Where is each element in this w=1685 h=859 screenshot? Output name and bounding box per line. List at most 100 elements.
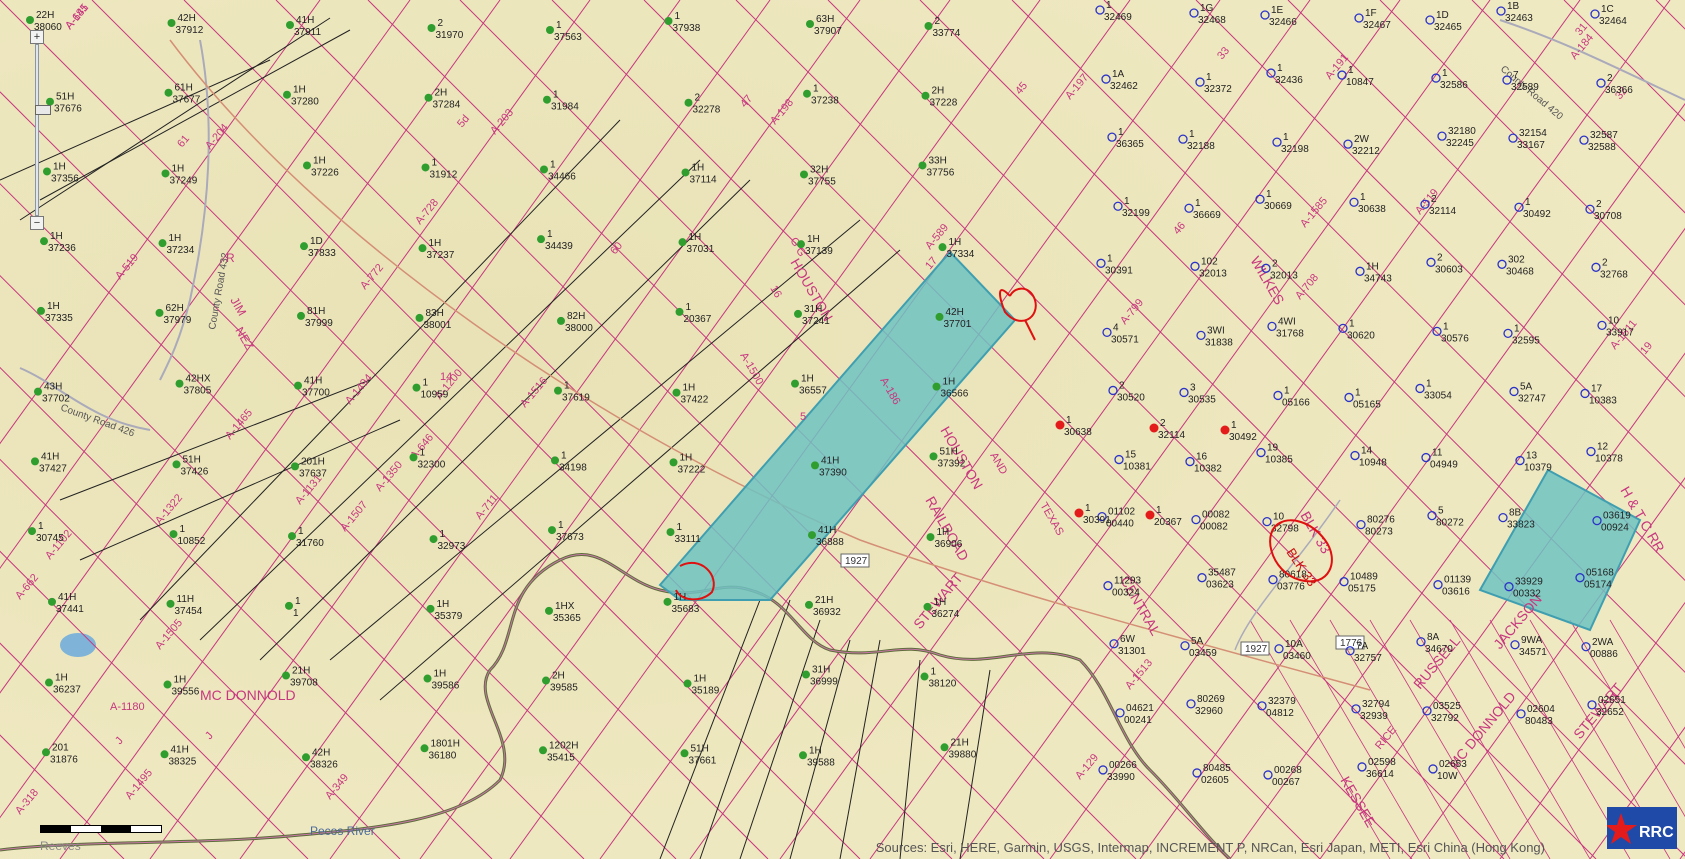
- well-api: 36669: [1193, 210, 1221, 221]
- zoom-in-button[interactable]: +: [30, 30, 44, 44]
- well-number: 1: [1107, 253, 1113, 264]
- well-api: 31301: [1118, 646, 1146, 657]
- well-api: 37334: [947, 249, 975, 260]
- well-number: 5A: [1191, 636, 1204, 647]
- well-api: 03776: [1277, 582, 1305, 593]
- well-api: 37979: [164, 315, 192, 326]
- well-number: 1H: [55, 673, 68, 684]
- well-api: 37249: [170, 175, 198, 186]
- well-number: 1: [1283, 132, 1289, 143]
- well-number: 1H: [807, 234, 820, 245]
- well-number: 2H: [932, 86, 945, 97]
- well-number: 1: [1156, 505, 1162, 516]
- zoom-out-button[interactable]: −: [30, 216, 44, 230]
- well-number: 1: [813, 84, 819, 95]
- place-label: Pecos River: [310, 824, 375, 838]
- well-number: 1H: [47, 301, 60, 312]
- well-api: 37222: [678, 464, 706, 475]
- well-number: 2: [1607, 73, 1613, 84]
- well-api: 30603: [1435, 264, 1463, 275]
- well-number: 1: [423, 378, 429, 389]
- well-api: 32652: [1596, 707, 1624, 718]
- well-number: 8A: [1427, 632, 1440, 643]
- well-api: 32747: [1518, 393, 1546, 404]
- well-api: 32589: [1511, 82, 1539, 93]
- well-api: 34198: [559, 462, 587, 473]
- well-api: 37912: [176, 25, 204, 36]
- well-number: 4: [1113, 322, 1119, 333]
- well-api: 10379: [1524, 463, 1552, 474]
- well-number: 201: [52, 742, 69, 753]
- well-number: 1: [675, 11, 681, 22]
- well-api: 03623: [1206, 580, 1234, 591]
- well-api: 32463: [1505, 13, 1533, 24]
- well-number: 1H: [694, 674, 707, 685]
- well-number: 41H: [41, 451, 59, 462]
- well-number: 1: [1085, 503, 1091, 514]
- well-number: 80276: [1367, 515, 1395, 526]
- well-number: 31H: [812, 665, 830, 676]
- well-api: 37701: [944, 319, 972, 330]
- well-api: 38120: [929, 679, 957, 690]
- well-api: 33167: [1517, 140, 1545, 151]
- well-api: 00924: [1601, 523, 1629, 534]
- well-number: 51H: [56, 92, 74, 103]
- well-number: 5A: [1520, 381, 1533, 392]
- well-number: 04621: [1126, 703, 1154, 714]
- well-api: 37356: [51, 173, 79, 184]
- well-api: 37637: [299, 468, 327, 479]
- well-number: 2: [1431, 194, 1437, 205]
- well-number: 1: [1284, 385, 1290, 396]
- well-number: 1: [553, 90, 559, 101]
- well-api: 37335: [45, 313, 73, 324]
- zoom-slider-thumb[interactable]: [35, 105, 51, 115]
- well-number: 1H: [293, 85, 306, 96]
- rrc-logo[interactable]: RRC: [1607, 807, 1677, 849]
- well-number: 21H: [815, 595, 833, 606]
- well-api: 35415: [547, 752, 575, 763]
- well-number: 1H: [1366, 261, 1379, 272]
- well-number: 32379: [1268, 696, 1296, 707]
- scale-bar: [40, 825, 162, 833]
- well-number: 41H: [821, 455, 839, 466]
- well-number: 1H: [683, 383, 696, 394]
- well-api: 30576: [1441, 333, 1469, 344]
- well-api: 30391: [1083, 515, 1111, 526]
- well-api: 35365: [553, 613, 581, 624]
- well-api: 32469: [1104, 12, 1132, 23]
- well-api: 37911: [294, 27, 322, 38]
- svg-text:RRC: RRC: [1639, 824, 1674, 841]
- road-label: 1927: [1245, 644, 1268, 655]
- well-number: 32587: [1590, 130, 1618, 141]
- map-canvas[interactable]: A-181A-20461A-519A-728A-2035d47 A-198A-19…: [0, 0, 1685, 859]
- well-number: 42H: [312, 747, 330, 758]
- well-api: 32960: [1195, 706, 1223, 717]
- well-api: 32198: [1281, 144, 1309, 155]
- well-api: 37907: [814, 26, 842, 37]
- well-api: 37031: [687, 244, 715, 255]
- well-number: 41H: [304, 376, 322, 387]
- well-number: 41H: [296, 15, 314, 26]
- well-api: 10852: [178, 536, 206, 547]
- well-api: 80272: [1436, 518, 1464, 529]
- well-number: 1: [931, 667, 937, 678]
- well-api: 31984: [551, 102, 579, 113]
- well-number: 1: [1360, 192, 1366, 203]
- well-number: 1: [1277, 63, 1283, 74]
- well-number: 1H: [809, 745, 822, 756]
- well-number: 21H: [951, 737, 969, 748]
- well-api: 33990: [1107, 772, 1135, 783]
- well-number: 1HX: [555, 601, 575, 612]
- well-number: 9WA: [1521, 635, 1543, 646]
- well-number: 02651: [1598, 695, 1626, 706]
- well-api: 31876: [50, 754, 78, 765]
- well-number: 2: [1596, 199, 1602, 210]
- well-number: 51H: [940, 446, 958, 457]
- well-api: 37392: [938, 458, 966, 469]
- well-number: 2: [695, 93, 701, 104]
- well-number: 14: [1361, 446, 1373, 457]
- zoom-slider-track[interactable]: [35, 44, 51, 216]
- well-api: 37702: [42, 394, 70, 405]
- well-number: 1H: [429, 238, 442, 249]
- well-api: 34571: [1519, 647, 1547, 658]
